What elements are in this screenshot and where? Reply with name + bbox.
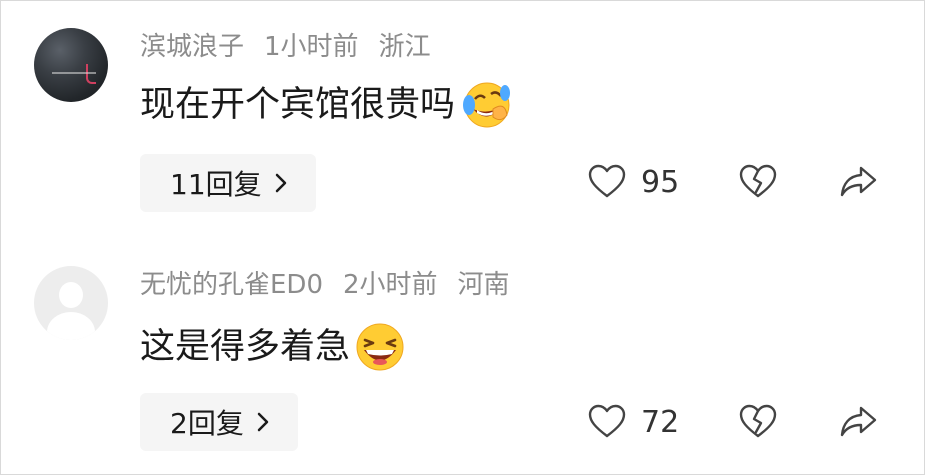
username[interactable]: 滨城浪子 — [140, 32, 244, 62]
like-button[interactable]: 95 — [587, 162, 679, 202]
reply-count-label: 11回复 — [170, 168, 262, 201]
share-arrow-icon[interactable] — [839, 162, 879, 202]
like-button[interactable]: 72 — [587, 402, 679, 442]
comment-meta: 无忧的孔雀ED0 2小时前 河南 — [140, 269, 530, 301]
location: 河南 — [457, 270, 510, 300]
avatar-mark — [86, 64, 96, 84]
comment-text: 这是得多着急 — [140, 321, 406, 373]
timestamp: 1小时前 — [264, 32, 359, 62]
comment-body: 这是得多着急 — [140, 327, 351, 367]
username[interactable]: 无忧的孔雀ED0 — [140, 270, 323, 300]
avatar[interactable] — [34, 28, 108, 102]
like-count: 95 — [641, 164, 680, 200]
broken-heart-icon[interactable] — [738, 162, 778, 202]
heart-outline-icon — [588, 404, 626, 438]
chevron-right-icon — [257, 412, 269, 432]
rolling-laughing-emoji — [463, 82, 511, 128]
timestamp: 2小时前 — [343, 270, 438, 300]
avatar[interactable] — [34, 266, 108, 340]
location: 浙江 — [378, 32, 431, 62]
chevron-right-icon — [275, 173, 286, 193]
comment-list: 滨城浪子 1小时前 浙江 现在开个宾馆很贵吗 11回复 95 无忧的孔雀ED0 … — [0, 0, 925, 475]
reply-count-label: 2回复 — [170, 407, 244, 440]
comment-body: 现在开个宾馆很贵吗 — [140, 85, 456, 125]
avatar-shoulders-shape — [47, 312, 95, 340]
broken-heart-icon[interactable] — [738, 402, 778, 442]
reply-button[interactable]: 2回复 — [140, 393, 298, 451]
heart-outline-icon — [588, 164, 626, 198]
comment-text: 现在开个宾馆很贵吗 — [140, 79, 511, 131]
grinning-squint-emoji — [356, 323, 404, 371]
comment-meta: 滨城浪子 1小时前 浙江 — [140, 31, 451, 63]
reply-button[interactable]: 11回复 — [140, 154, 316, 212]
share-arrow-icon[interactable] — [839, 402, 879, 442]
avatar-head-shape — [59, 282, 83, 308]
like-count: 72 — [641, 404, 680, 440]
